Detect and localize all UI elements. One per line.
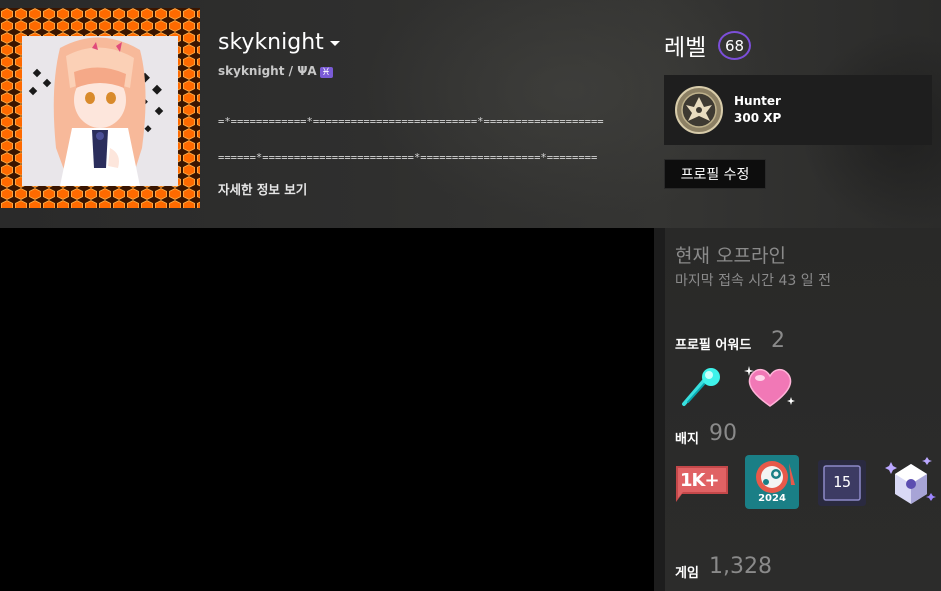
profile-main-content (0, 228, 654, 591)
summary-line-1: =*============*=========================… (218, 116, 604, 128)
awards-count[interactable]: 2 (771, 328, 785, 353)
favorite-badge[interactable]: Hunter 300 XP (664, 75, 932, 145)
persona-name[interactable]: skyknight (218, 30, 340, 55)
badge-xp: 300 XP (734, 111, 782, 125)
avatar[interactable] (0, 8, 200, 208)
games-count[interactable]: 1,328 (709, 554, 772, 579)
summary-line-2: ======*========================*========… (218, 152, 598, 164)
years-of-service-badge-icon[interactable]: 15 (818, 460, 866, 506)
1k-plus-badge-text: 1K+ (680, 470, 720, 491)
real-name-text: skyknight / ΨA (218, 64, 317, 78)
pisces-icon: ♓ (319, 67, 333, 78)
heart-award-icon[interactable] (744, 364, 796, 410)
online-status: 현재 오프라인 (675, 245, 786, 267)
last-online: 마지막 접속 시간 43 일 전 (675, 273, 831, 289)
badges-label[interactable]: 배지 (675, 428, 699, 447)
badge-title: Hunter (734, 94, 781, 108)
awards-label[interactable]: 프로필 어워드 (675, 334, 751, 353)
comet-award-icon[interactable] (678, 366, 724, 408)
chevron-down-icon[interactable] (329, 40, 340, 46)
level-label: 레벨 (664, 35, 707, 61)
years-of-service-badge-text: 15 (832, 473, 852, 491)
steam-2024-badge-icon[interactable]: 2024 (745, 455, 799, 509)
steam-2024-badge-text: 2024 (758, 493, 786, 504)
more-info-link[interactable]: 자세한 정보 보기 (218, 179, 307, 198)
warframe-hunter-emblem-icon (675, 86, 723, 134)
1k-plus-badge-icon[interactable]: 1K+ (674, 464, 730, 504)
real-name: skyknight / ΨA ♓ (218, 64, 333, 78)
level-badge[interactable]: 68 (718, 31, 751, 60)
badges-count[interactable]: 90 (709, 421, 737, 446)
persona-name-text: skyknight (218, 30, 324, 55)
games-label[interactable]: 게임 (675, 562, 699, 581)
crystal-puzzle-badge-icon[interactable] (885, 456, 937, 508)
edit-profile-button[interactable]: 프로필 수정 (664, 159, 766, 189)
